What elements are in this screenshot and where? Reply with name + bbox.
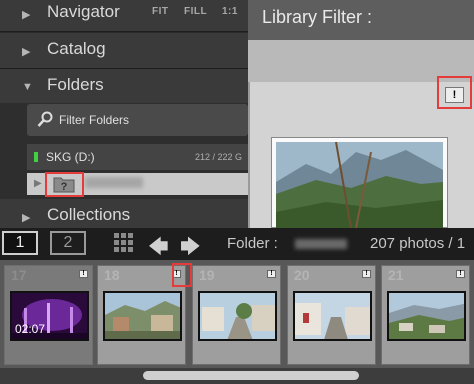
photo-thumbnail[interactable]	[293, 291, 372, 341]
navigator-header[interactable]: ▶ Navigator FIT FILL 1:1	[0, 0, 248, 32]
cell-number: 21	[388, 267, 404, 283]
nav-fit-option[interactable]: FIT	[152, 6, 169, 17]
collapsed-triangle-icon: ▶	[22, 212, 31, 224]
grid-view-icon[interactable]	[114, 233, 134, 253]
photo-thumbnail[interactable]	[198, 291, 277, 341]
expanded-triangle-icon: ▼	[22, 81, 33, 93]
collections-header[interactable]: ▶ Collections	[0, 199, 248, 228]
badge-highlight-box	[437, 76, 472, 109]
photo-count: 207 photos / 1	[370, 235, 466, 252]
collapsed-triangle-icon: ▶	[22, 9, 31, 21]
folders-title: Folders	[47, 75, 104, 94]
photo-thumbnail[interactable]	[103, 291, 182, 341]
volume-size: 212 / 222 G	[194, 152, 242, 162]
navigator-title: Navigator	[47, 2, 120, 21]
filmstrip-cell[interactable]: 20 !	[287, 265, 376, 365]
cell-number: 19	[199, 267, 215, 283]
cell-missing-badge[interactable]: !	[79, 270, 88, 278]
volume-name: SKG (D:)	[46, 150, 95, 164]
filmstrip-cell[interactable]: 21 !	[381, 265, 470, 365]
nav-1to1-option[interactable]: 1:1	[222, 6, 238, 17]
collapsed-triangle-icon: ▶	[22, 46, 31, 58]
volume-row[interactable]: SKG (D:) 212 / 222 G	[27, 144, 248, 170]
grid-photo[interactable]	[276, 142, 443, 228]
folder-name-redacted	[85, 177, 143, 188]
folder-highlight-box	[45, 172, 84, 197]
cell-number: 20	[294, 267, 310, 283]
cell-missing-badge[interactable]: !	[267, 270, 276, 278]
cell-badge-highlight-box	[172, 263, 192, 287]
folder-expand-icon[interactable]: ▶	[34, 178, 42, 189]
volume-status-icon	[34, 152, 38, 162]
filter-folders-label: Filter Folders	[59, 113, 130, 127]
library-filter-bar: Library Filter :	[248, 0, 474, 40]
cell-missing-badge[interactable]: !	[456, 270, 465, 278]
library-filter-title: Library Filter :	[262, 7, 373, 27]
magnifier-icon	[37, 111, 53, 127]
filmstrip-cell[interactable]: 17 !	[4, 265, 93, 365]
page-1-button[interactable]: 1	[2, 231, 38, 255]
filmstrip-toolbar: 1 2 🡄 🡆 Folder : 207 photos / 1	[0, 228, 474, 260]
folders-header[interactable]: ▼ Folders	[0, 69, 248, 105]
photo-thumbnail[interactable]	[387, 291, 466, 341]
filmstrip-cell[interactable]: 19 !	[192, 265, 281, 365]
source-folder-name-redacted	[295, 239, 347, 249]
cell-number: 18	[104, 267, 120, 283]
filmstrip-scroll-thumb[interactable]	[143, 371, 359, 380]
page-2-button[interactable]: 2	[50, 231, 86, 255]
nav-fill-option[interactable]: FILL	[184, 6, 207, 17]
cell-missing-badge[interactable]: !	[362, 270, 371, 278]
catalog-header[interactable]: ▶ Catalog	[0, 33, 248, 69]
cell-number: 17	[11, 267, 27, 283]
collections-title: Collections	[47, 205, 131, 224]
catalog-title: Catalog	[47, 39, 106, 58]
filter-folders-field[interactable]: Filter Folders	[27, 104, 248, 136]
source-folder-label: Folder :	[227, 235, 278, 252]
video-timecode: 02:07	[15, 322, 46, 336]
